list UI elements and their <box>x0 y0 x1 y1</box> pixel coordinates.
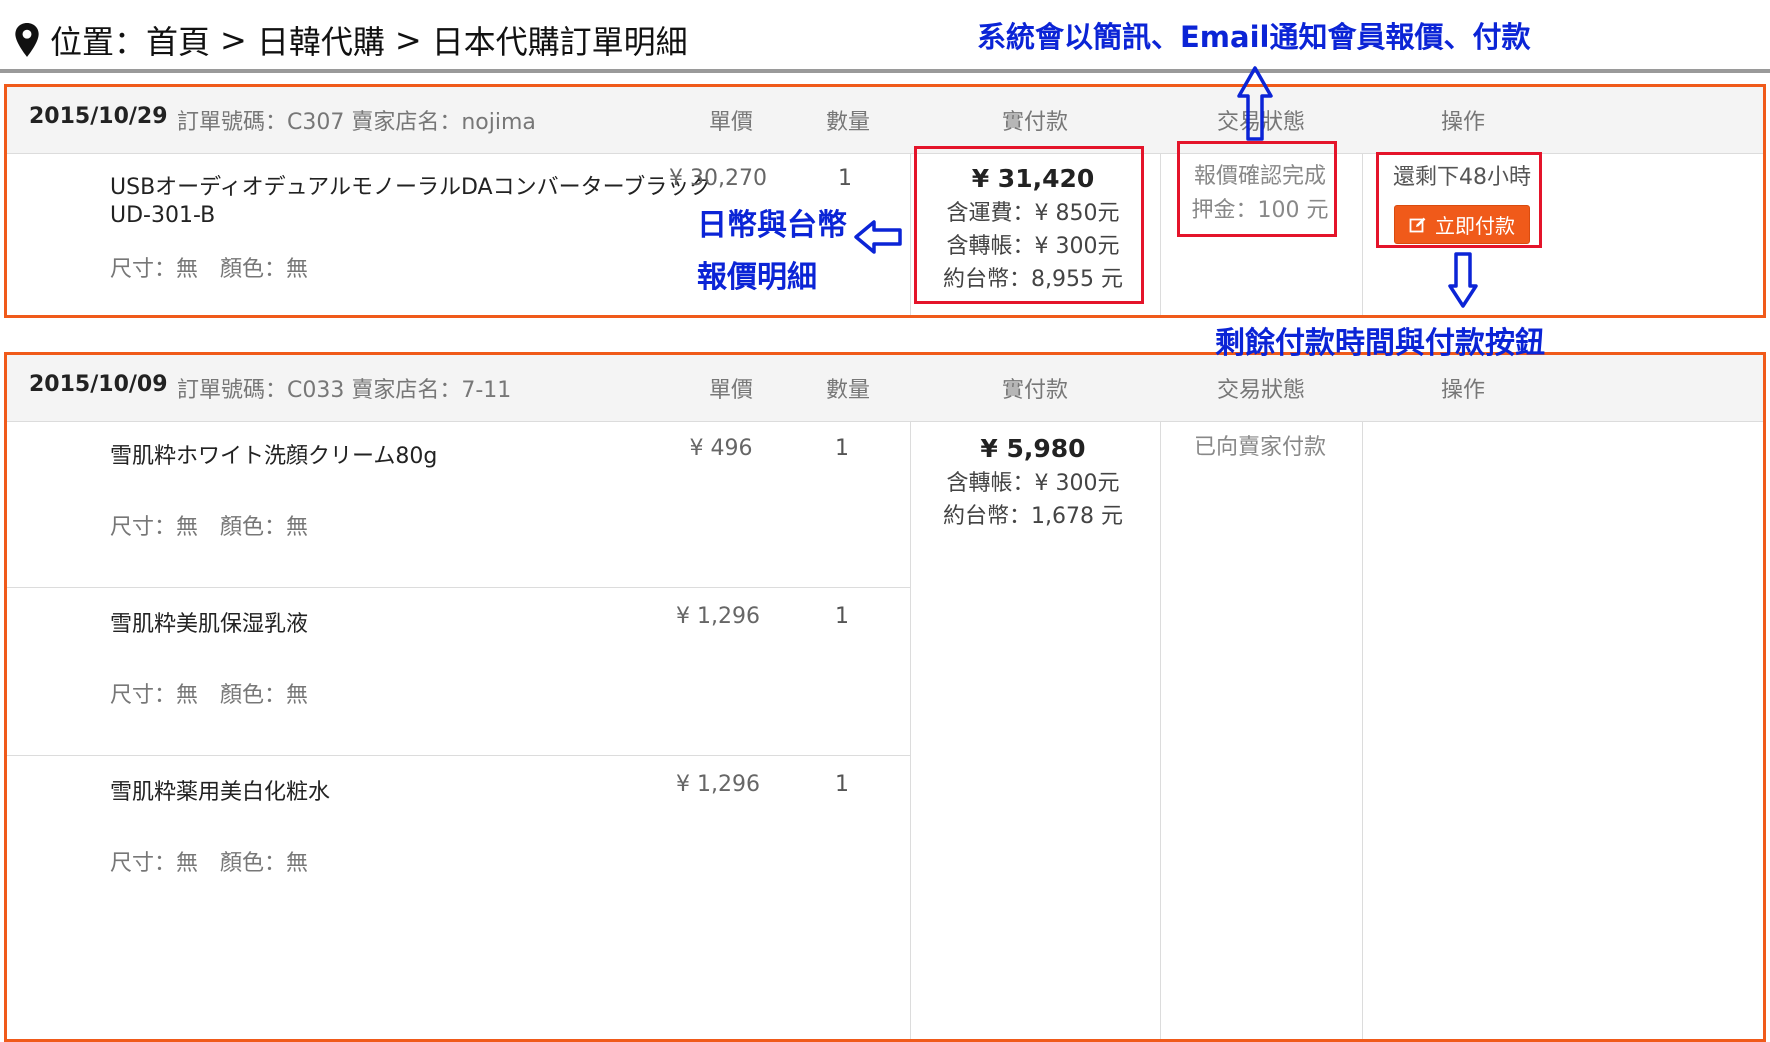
item-unit-price: ¥ 496 <box>689 436 753 461</box>
col-actual-payment: 實付款 <box>1001 110 1069 135</box>
column-divider <box>1362 153 1363 315</box>
arrow-down-icon <box>1448 252 1478 308</box>
col-operation: 操作 <box>1440 110 1486 135</box>
payment-transfer-fee: 含轉帳：¥ 300元 <box>946 234 1120 259</box>
row-divider <box>7 755 910 756</box>
order-meta: 訂單號碼：C307 賣家店名：nojima <box>177 110 536 135</box>
order-header: 2015/10/29 訂單號碼：C307 賣家店名：nojima 單價 數量 實… <box>7 87 1763 154</box>
order-panel: 2015/10/09 訂單號碼：C033 賣家店名：7-11 單價 數量 實付款… <box>4 352 1766 1042</box>
payment-summary: ¥ 31,420 含運費：¥ 850元 含轉帳：¥ 300元 約台幣：8,955… <box>922 161 1144 296</box>
status-text: 報價確認完成 <box>1193 164 1326 189</box>
col-quantity: 數量 <box>825 378 871 403</box>
arrow-left-icon <box>854 220 902 254</box>
item-unit-price: ¥ 1,296 <box>676 772 760 797</box>
column-divider <box>910 153 911 315</box>
col-quantity: 數量 <box>825 110 871 135</box>
map-pin-icon <box>15 23 39 57</box>
payment-shipping: 含運費：¥ 850元 <box>946 201 1120 226</box>
annotation-currency-1: 日幣與台幣 <box>697 208 847 243</box>
order-panel: 2015/10/29 訂單號碼：C307 賣家店名：nojima 單價 數量 實… <box>4 84 1766 318</box>
item-attributes: 尺寸：無 顏色：無 <box>110 683 309 708</box>
breadcrumb-separator: > <box>220 21 247 59</box>
order-date: 2015/10/09 <box>29 372 168 397</box>
edit-icon <box>1409 217 1426 232</box>
order-operation: 還剩下48小時 立即付款 <box>1380 163 1544 244</box>
annotation-currency-2: 報價明細 <box>697 260 817 295</box>
annotation-remaining: 剩餘付款時間與付款按鈕 <box>1215 326 1545 361</box>
col-unit-price: 單價 <box>708 110 754 135</box>
pay-now-label: 立即付款 <box>1435 214 1515 238</box>
item-name[interactable]: 雪肌粋薬用美白化粧水 <box>110 779 330 807</box>
item-name[interactable]: 雪肌粋ホワイト洗顔クリーム80g <box>110 443 437 471</box>
item-quantity: 1 <box>838 166 852 191</box>
pay-now-button[interactable]: 立即付款 <box>1394 205 1530 244</box>
column-divider <box>910 421 911 1039</box>
breadcrumb-separator: > <box>394 21 422 59</box>
item-unit-price: ¥ 1,296 <box>676 604 760 629</box>
breadcrumb-link-japan-korea[interactable]: 日韓代購 <box>257 17 385 63</box>
column-divider <box>1160 153 1161 315</box>
item-quantity: 1 <box>835 604 849 629</box>
item-unit-price: ¥ 30,270 <box>669 166 767 191</box>
item-quantity: 1 <box>835 436 849 461</box>
column-divider <box>1362 421 1363 1039</box>
breadcrumb-current-page: 日本代購訂單明細 <box>431 23 688 61</box>
breadcrumb: 位置：首頁 > 日韓代購 > 日本代購訂單明細 <box>14 16 688 64</box>
annotation-notify: 系統會以簡訊、Email通知會員報價、付款 <box>977 20 1531 54</box>
status-deposit: 押金：100 元 <box>1191 198 1329 223</box>
order-status: 報價確認完成 押金：100 元 <box>1182 160 1338 228</box>
item-attributes: 尺寸：無 顏色：無 <box>110 257 309 282</box>
divider <box>0 69 1770 73</box>
payment-twd-estimate: 約台幣：8,955 元 <box>943 267 1123 292</box>
payment-twd-estimate: 約台幣：1,678 元 <box>943 504 1123 529</box>
order-meta: 訂單號碼：C033 賣家店名：7-11 <box>177 378 512 403</box>
order-header: 2015/10/09 訂單號碼：C033 賣家店名：7-11 單價 數量 實付款… <box>7 355 1763 422</box>
remaining-time: 還剩下48小時 <box>1393 165 1531 190</box>
column-divider <box>1160 421 1161 1039</box>
order-status: 已向賣家付款 <box>1193 435 1326 460</box>
arrow-up-icon <box>1237 66 1273 141</box>
item-attributes: 尺寸：無 顏色：無 <box>110 851 309 876</box>
payment-summary: ¥ 5,980 含轉帳：¥ 300元 約台幣：1,678 元 <box>922 431 1144 533</box>
row-divider <box>7 587 910 588</box>
breadcrumb-location: 位置：首頁 <box>50 23 211 61</box>
item-name[interactable]: 雪肌粋美肌保湿乳液 <box>110 611 308 639</box>
order-date: 2015/10/29 <box>29 104 168 129</box>
item-name[interactable]: USBオーディオデュアルモノーラルDAコンバーターブラック UD-301-B <box>110 174 711 230</box>
payment-total: ¥ 5,980 <box>980 434 1086 463</box>
col-status: 交易狀態 <box>1216 378 1306 403</box>
item-attributes: 尺寸：無 顏色：無 <box>110 515 309 540</box>
payment-transfer-fee: 含轉帳：¥ 300元 <box>946 471 1120 496</box>
col-unit-price: 單價 <box>708 378 754 403</box>
col-operation: 操作 <box>1440 378 1486 403</box>
payment-total: ¥ 31,420 <box>971 164 1095 193</box>
col-actual-payment: 實付款 <box>1001 378 1069 403</box>
item-quantity: 1 <box>835 772 849 797</box>
